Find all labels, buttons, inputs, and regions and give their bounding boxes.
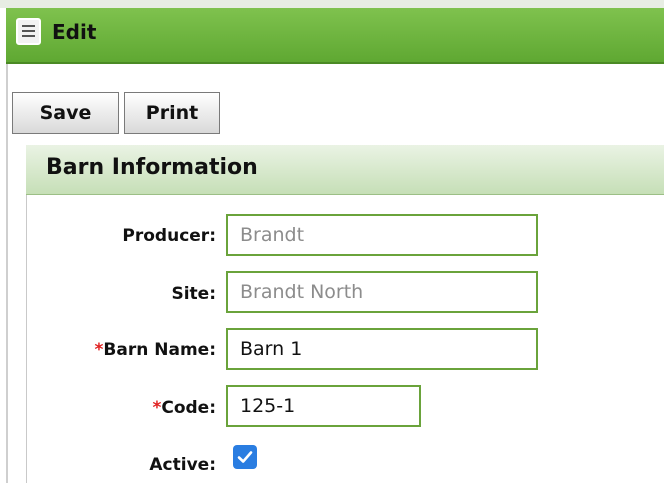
site-field[interactable] (226, 271, 538, 313)
code-label: Code: (161, 398, 216, 418)
producer-label: Producer: (122, 226, 216, 246)
section-header: Barn Information (26, 145, 664, 195)
save-button[interactable]: Save (12, 92, 119, 134)
window-titlebar: Edit (6, 8, 664, 64)
section-title: Barn Information (46, 155, 258, 180)
site-label: Site: (171, 284, 216, 304)
barn-name-label: Barn Name: (103, 340, 216, 360)
checkmark-icon (237, 451, 253, 463)
left-border (6, 64, 8, 483)
active-checkbox[interactable] (233, 445, 257, 469)
required-marker: * (152, 398, 162, 418)
window-title: Edit (52, 20, 97, 44)
print-button[interactable]: Print (124, 92, 220, 134)
barn-name-label-row: *Barn Name: (56, 340, 216, 360)
top-strip (0, 0, 664, 8)
barn-information-panel (26, 145, 664, 483)
code-label-row: *Code: (56, 398, 216, 418)
barn-name-field[interactable] (226, 328, 538, 370)
code-field[interactable] (226, 385, 421, 427)
producer-field[interactable] (226, 214, 538, 256)
form-icon (16, 18, 41, 45)
active-label: Active: (149, 455, 216, 475)
